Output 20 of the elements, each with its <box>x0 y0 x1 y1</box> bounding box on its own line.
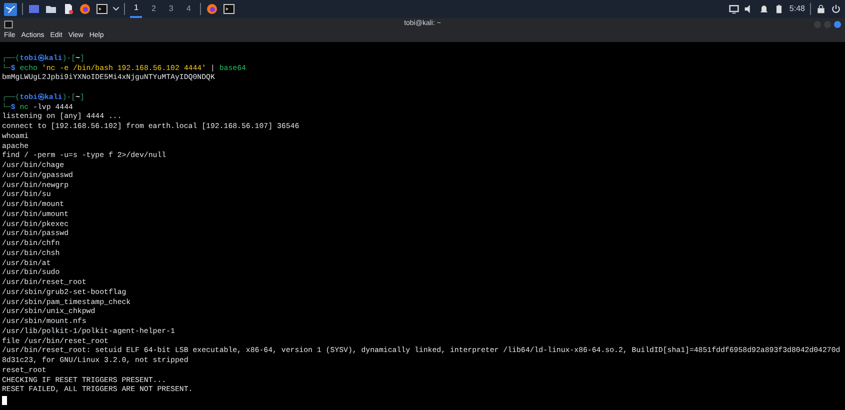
bell-icon[interactable] <box>759 4 770 14</box>
workspace-tab[interactable]: 3 <box>164 0 178 18</box>
text-cursor <box>2 396 7 405</box>
battery-icon[interactable] <box>774 4 784 14</box>
workspace-tab[interactable]: 4 <box>182 0 195 18</box>
workspace-tab[interactable]: 2 <box>147 0 160 18</box>
desktop-icon[interactable] <box>28 3 40 15</box>
folder-icon[interactable] <box>45 3 57 15</box>
browser-icon[interactable] <box>206 3 218 15</box>
browser-icon[interactable] <box>79 3 91 15</box>
lock-icon[interactable] <box>816 4 826 14</box>
terminal-icon[interactable] <box>222 3 235 15</box>
caret-icon[interactable] <box>113 7 119 11</box>
file-icon[interactable] <box>62 3 74 15</box>
terminal-icon[interactable] <box>4 20 13 28</box>
clock[interactable]: 5:48 <box>789 3 805 15</box>
monitor-icon[interactable] <box>729 4 740 14</box>
terminal-icon[interactable] <box>96 3 108 15</box>
power-icon[interactable] <box>831 4 841 14</box>
close-button[interactable] <box>834 20 841 28</box>
